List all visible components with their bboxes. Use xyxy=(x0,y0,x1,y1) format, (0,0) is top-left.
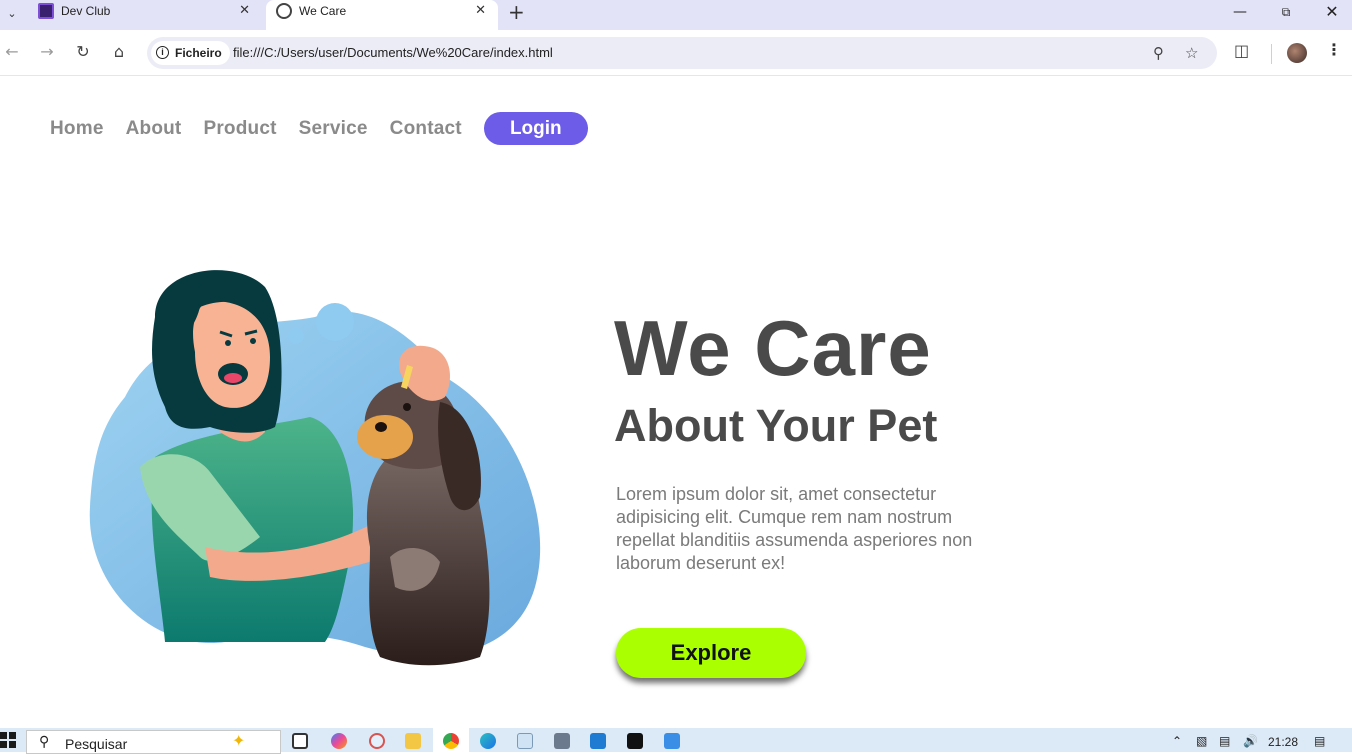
bubble-shape xyxy=(316,303,354,341)
site-navigation: Home About Product Service Contact Login xyxy=(50,112,588,145)
tab-dev-club[interactable]: Dev Club ✕ xyxy=(30,0,262,30)
pycharm-icon[interactable] xyxy=(627,733,643,749)
tab-title: We Care xyxy=(299,4,347,18)
meet-now-icon[interactable]: ▧ xyxy=(1196,734,1207,748)
home-icon[interactable]: ⌂ xyxy=(109,42,129,61)
tray-overflow-chevron-icon[interactable]: ⌃ xyxy=(1172,734,1182,748)
info-icon: i xyxy=(156,46,169,59)
restore-icon[interactable]: ⧉ xyxy=(1263,0,1309,30)
tab-title: Dev Club xyxy=(61,4,111,18)
vscode-icon[interactable] xyxy=(590,733,606,749)
dog-nose-shape xyxy=(375,422,387,432)
chrome-icon[interactable] xyxy=(443,733,459,749)
edge-icon[interactable] xyxy=(480,733,496,749)
zoom-icon[interactable]: ⚲ xyxy=(1153,44,1164,62)
bookmark-star-icon[interactable]: ☆ xyxy=(1185,44,1198,62)
taskbar-search-placeholder: Pesquisar xyxy=(65,736,128,752)
hero-title: We Care xyxy=(614,304,932,392)
dev-club-favicon-icon xyxy=(38,3,54,19)
globe-icon xyxy=(276,3,292,19)
bubble-shape xyxy=(288,328,304,344)
tab-we-care[interactable]: We Care ✕ xyxy=(266,0,498,30)
back-arrow-icon[interactable]: ← xyxy=(2,42,22,61)
network-icon[interactable]: ▤ xyxy=(1219,734,1230,748)
extensions-puzzle-icon[interactable]: ◫ xyxy=(1234,41,1249,60)
paint-app-icon[interactable] xyxy=(369,733,385,749)
nav-link-product[interactable]: Product xyxy=(203,118,276,140)
site-info-chip[interactable]: i Ficheiro xyxy=(151,41,230,65)
woman-tongue-shape xyxy=(224,373,242,383)
start-logo-pane xyxy=(9,741,16,748)
forward-arrow-icon[interactable]: → xyxy=(37,42,57,61)
start-logo-pane xyxy=(0,741,7,748)
taskbar-clock[interactable]: 21:28 xyxy=(1268,735,1298,749)
browser-tab-strip: ⌄ Dev Club ✕ We Care ✕ + — ⧉ ✕ xyxy=(0,0,1352,30)
calculator-icon[interactable] xyxy=(554,733,570,749)
search-icon: ⚲ xyxy=(39,734,50,750)
notifications-icon[interactable]: ▤ xyxy=(1314,734,1325,748)
browser-toolbar: ← → ↻ ⌂ i Ficheiro file:///C:/Users/user… xyxy=(0,30,1352,76)
woman-eye-shape xyxy=(225,340,231,346)
copilot-app-icon[interactable] xyxy=(331,733,347,749)
close-icon[interactable]: ✕ xyxy=(475,2,486,18)
web-page: Home About Product Service Contact Login xyxy=(0,77,1352,728)
hero-description: Lorem ipsum dolor sit, amet consectetur … xyxy=(616,484,973,573)
woman-eye-shape xyxy=(250,338,256,344)
minimize-icon[interactable]: — xyxy=(1217,0,1263,30)
reload-icon[interactable]: ↻ xyxy=(73,42,93,61)
taskbar-search-box[interactable]: ⚲ Pesquisar ✦ xyxy=(26,730,281,754)
nav-link-contact[interactable]: Contact xyxy=(390,118,462,140)
file-explorer-icon[interactable] xyxy=(405,733,421,749)
new-tab-plus-icon[interactable]: + xyxy=(508,0,525,24)
task-view-icon[interactable] xyxy=(292,733,308,749)
volume-icon[interactable]: 🔊 xyxy=(1243,734,1258,748)
nav-link-home[interactable]: Home xyxy=(50,118,104,140)
address-bar[interactable]: i Ficheiro file:///C:/Users/user/Documen… xyxy=(147,37,1217,69)
profile-avatar[interactable] xyxy=(1287,43,1307,63)
tab-search-chevron-icon[interactable]: ⌄ xyxy=(2,4,22,24)
hero-illustration-woman-with-dog xyxy=(89,270,541,666)
photos-icon[interactable] xyxy=(664,733,680,749)
nav-link-about[interactable]: About xyxy=(126,118,182,140)
more-menu-icon[interactable]: ⋮ xyxy=(1326,40,1342,59)
toolbar-divider xyxy=(1271,44,1272,64)
notepad-icon[interactable] xyxy=(517,733,533,749)
dog-snout-shape xyxy=(357,415,413,459)
copilot-sparkle-icon: ✦ xyxy=(232,731,246,750)
hero-subtitle: About Your Pet xyxy=(614,400,938,451)
nav-link-service[interactable]: Service xyxy=(299,118,368,140)
window-close-icon[interactable]: ✕ xyxy=(1309,0,1352,30)
close-icon[interactable]: ✕ xyxy=(239,2,250,18)
windows-taskbar: ⚲ Pesquisar ✦ ⌃ ▧ ▤ 🔊 21:28 ▤ xyxy=(0,728,1352,754)
dog-eye-shape xyxy=(403,403,411,411)
url-text[interactable]: file:///C:/Users/user/Documents/We%20Car… xyxy=(233,45,553,60)
explore-button[interactable]: Explore xyxy=(616,628,806,678)
login-button[interactable]: Login xyxy=(483,112,588,145)
site-info-label: Ficheiro xyxy=(175,46,222,60)
start-logo-pane xyxy=(0,732,7,739)
start-logo-pane xyxy=(9,732,16,739)
windows-start-icon[interactable] xyxy=(0,732,18,750)
